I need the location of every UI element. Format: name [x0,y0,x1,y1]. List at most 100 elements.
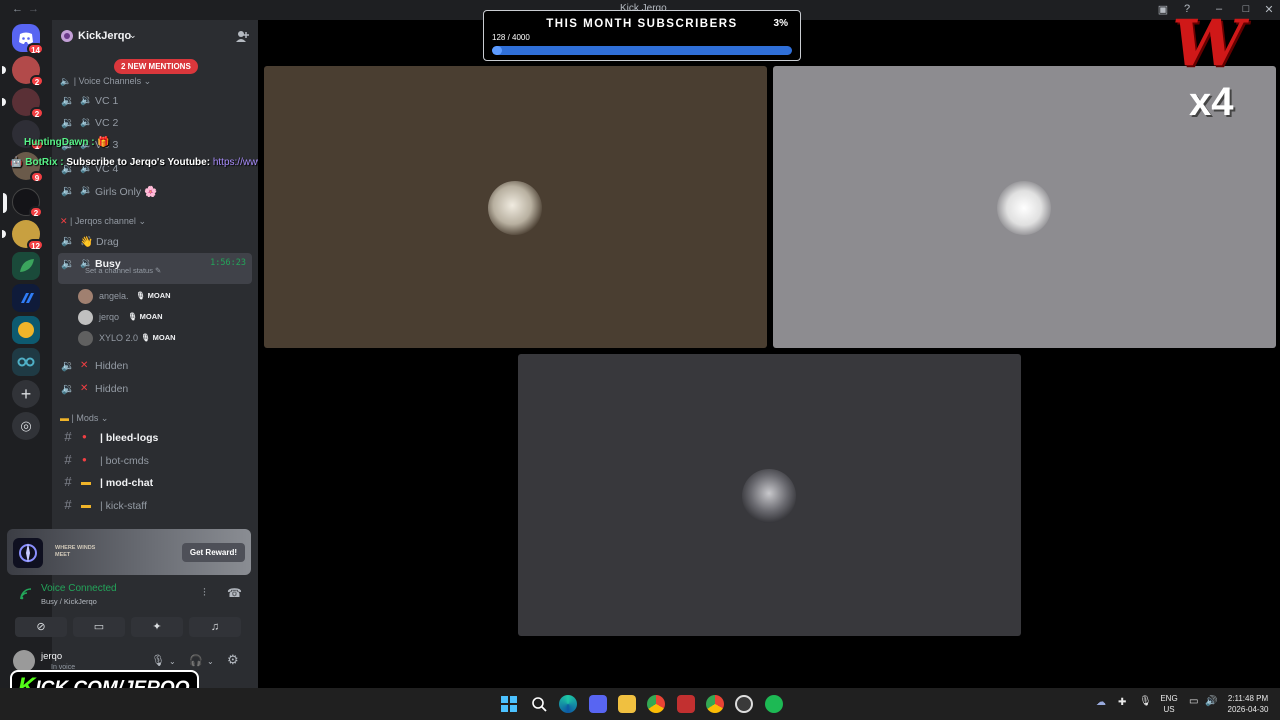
smiley-icon [18,322,34,338]
user-tag: 🎙 MOAN [128,312,163,321]
server-icon[interactable] [12,284,40,312]
unread-pill [2,66,6,74]
unread-pill [2,98,6,106]
tray-app-icon[interactable]: ✚ [1118,697,1126,708]
voice-channel[interactable]: 🔉 🔉 Girls Only 🌸 [58,180,252,202]
chrome-profile-icon[interactable] [706,695,724,713]
forward-arrow-icon[interactable]: → [28,3,39,15]
monitor-icon[interactable]: ▭ [1189,696,1198,707]
chat-username: HuntingDawn : [24,137,95,148]
clock[interactable]: 2:11:48 PM 2026-04-30 [1220,693,1276,715]
inbox-icon[interactable]: ▣ [1156,3,1170,16]
discord-icon[interactable] [589,695,607,713]
time-label: 2:11:48 PM [1227,694,1269,703]
hash-icon: # [64,497,72,512]
screen-share-icon[interactable]: ▭ [73,617,125,637]
volume-icon[interactable]: 🔊 [1205,696,1217,707]
obs-icon[interactable] [735,695,753,713]
app-icon[interactable] [677,695,695,713]
chat-message: HuntingDawn : 🎁 [24,137,110,149]
windows-start-icon[interactable] [500,695,518,713]
get-reward-button[interactable]: Get Reward! [181,543,245,562]
text-channel[interactable]: # ● | bot-cmds [58,450,252,472]
voice-channel-hidden[interactable]: 🔉 ✕ Hidden [58,355,252,377]
voice-channel-busy[interactable]: 🔉 🔉 Busy 1:56:23 Set a channel status ✎ [58,253,252,284]
chat-username: BotRix : [25,157,64,168]
gear-icon[interactable]: ⚙ [227,652,239,668]
hash-icon: # [64,452,72,467]
close-icon[interactable]: ✕ [1262,3,1276,16]
speaker-icon: 🔉 [61,185,75,197]
search-icon[interactable] [530,695,548,713]
voice-channel-path[interactable]: Busy / KickJerqo [41,597,97,606]
headphones-icon[interactable]: 🎧 [189,654,203,667]
noise-suppression-icon[interactable]: ⫶ [203,587,206,600]
blood-drop-icon: ● [82,432,87,441]
server-icon[interactable]: 2 [2,88,44,119]
server-badge: 9 [30,171,44,183]
game-title: WHERE WINDS MEET [55,545,96,558]
participant-tile[interactable] [264,66,767,348]
chevron-down-icon[interactable]: ⌄ [207,657,214,666]
disconnect-icon[interactable]: ☎ [227,586,242,600]
text-channel[interactable]: # ● | bleed-logs [58,427,252,449]
edge-icon[interactable] [559,695,577,713]
voice-channel-hidden[interactable]: 🔉 ✕ Hidden [58,378,252,400]
file-explorer-icon[interactable] [618,695,636,713]
text-channel[interactable]: # ▬ | mod-chat [58,472,252,494]
speaker-icon: 🔉 [61,117,75,129]
channel-label: | mod-chat [100,477,154,489]
chrome-icon[interactable] [647,695,665,713]
add-server-icon[interactable]: + [12,380,40,408]
chevron-down-icon: ⌄ [129,30,137,40]
category-mods[interactable]: ▬ | Mods ⌄ + [60,411,412,427]
goal-progress-track [492,46,792,55]
category-jerqos-channel[interactable]: ✕ | Jerqos channel ⌄ + [60,214,412,230]
participant-avatar [488,181,542,235]
username: jerqo [41,651,63,662]
server-icon[interactable] [12,348,40,376]
new-mentions-pill[interactable]: 2 NEW MENTIONS [114,59,198,74]
speaker-icon: 🔉 [61,360,75,372]
home-button[interactable]: 14 [12,24,44,55]
stripes-icon [21,293,34,303]
home-badge: 14 [27,43,44,55]
server-icon[interactable] [12,252,40,280]
voice-channel-drag[interactable]: 🔉 👋 Drag [58,230,252,252]
category-voice-channels[interactable]: 🔈 | Voice Channels ⌄ + [60,74,412,90]
camera-off-icon[interactable]: ⊘ [15,617,67,637]
goal-count: 128 / 4000 [492,33,530,42]
guild-name: KickJerqo [78,30,132,42]
back-arrow-icon[interactable]: ← [12,3,23,15]
microphone-icon[interactable]: 🎙 [1139,696,1152,707]
hash-icon: # [64,429,72,444]
spotify-icon[interactable] [765,695,783,713]
server-icon[interactable] [12,316,40,344]
invite-icon[interactable] [235,29,249,43]
guild-header[interactable]: KickJerqo ⌄ [52,20,258,52]
speaker-icon: 🔉 [80,95,93,106]
voice-channel[interactable]: 🔉 🔉 VC 2 [58,112,252,134]
goal-progress-fill [492,46,502,55]
goal-percent: 3% [773,18,788,29]
text-channel[interactable]: # ▬ | kick-staff [58,495,252,517]
server-icon[interactable]: 12 [2,220,44,251]
language-indicator[interactable]: ENG US [1158,693,1180,715]
voice-user-name: XYLO 2.0 [99,333,139,343]
microphone-icon[interactable]: 🎙 [151,654,165,667]
avatar [78,289,93,304]
set-channel-status[interactable]: Set a channel status ✎ [85,266,161,275]
voice-channel[interactable]: 🔉 🔉 VC 1 [58,90,252,112]
discover-icon[interactable]: ◎ [12,412,40,440]
category-label: Jerqos channel [74,216,136,226]
server-icon[interactable]: 2 [2,56,44,87]
chevron-down-icon[interactable]: ⌄ [169,657,176,666]
cloud-icon[interactable]: ☁ [1096,697,1106,708]
server-icon[interactable]: 2 [3,188,43,218]
soundboard-icon[interactable]: ♫ [189,617,241,637]
participant-tile[interactable] [518,354,1021,636]
avatar[interactable] [13,650,35,672]
voice-connected-label[interactable]: Voice Connected [41,583,117,594]
activities-icon[interactable]: ✦ [131,617,183,637]
language-label: ENG [1160,694,1178,703]
